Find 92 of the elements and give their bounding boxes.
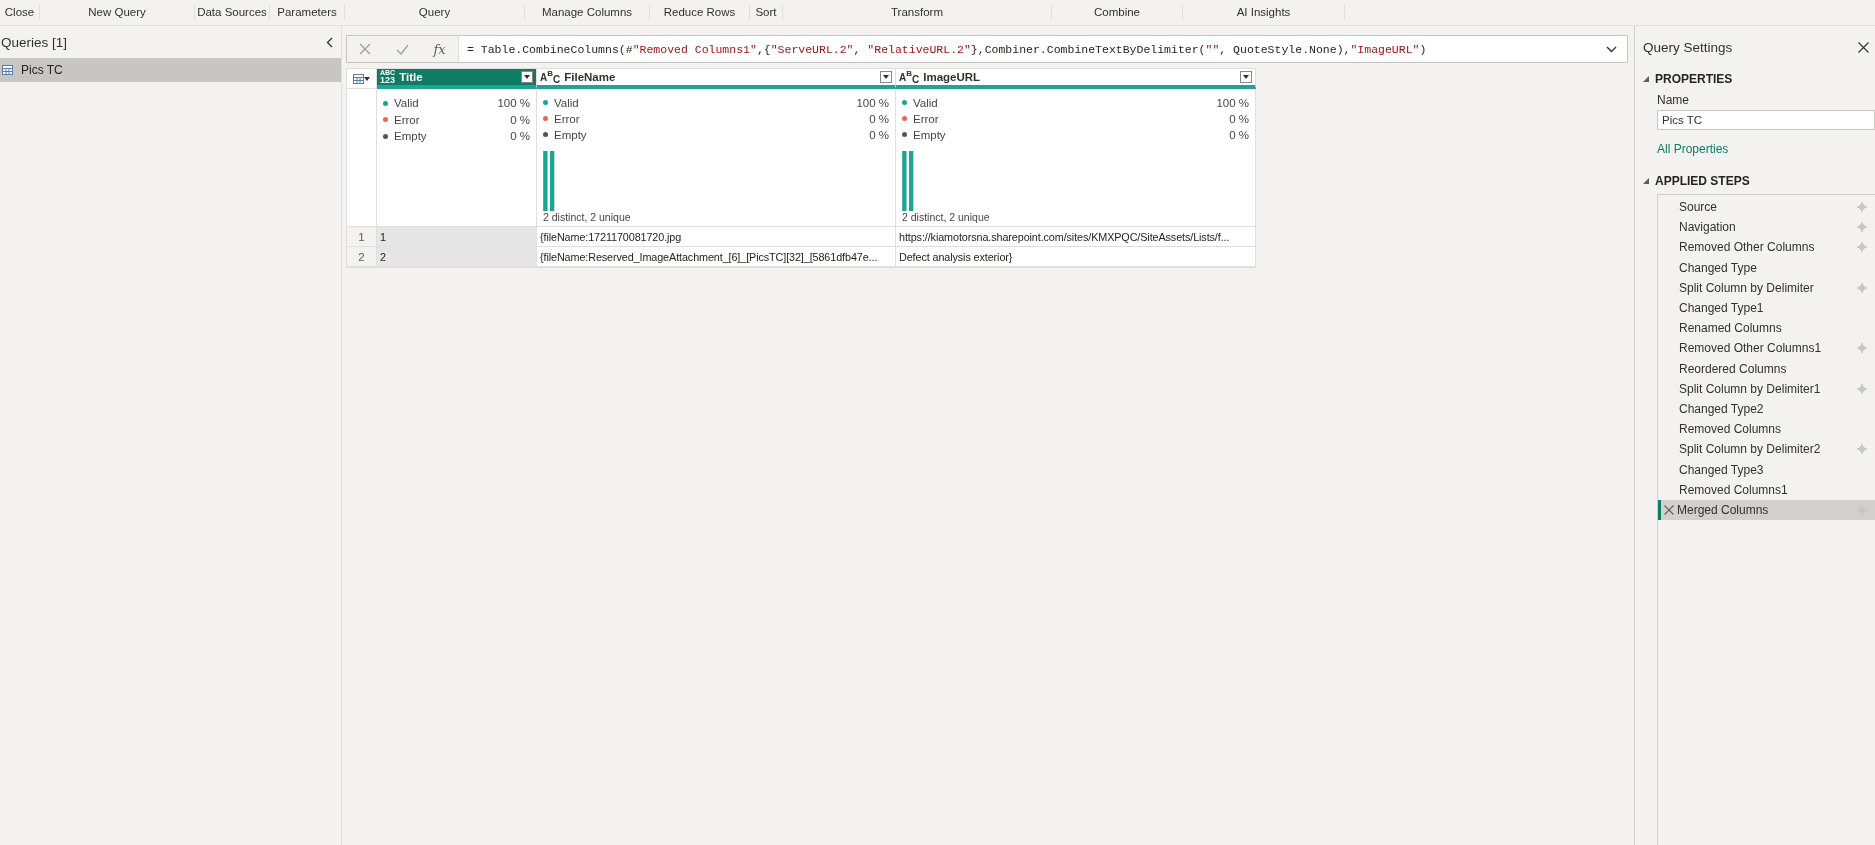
status-dot — [543, 132, 548, 138]
filter-dropdown[interactable] — [880, 71, 892, 83]
applied-step[interactable]: Changed Type1 — [1658, 297, 1875, 319]
applied-step[interactable]: Renamed Columns — [1658, 318, 1875, 339]
caret-icon — [883, 75, 889, 79]
stat-label: Empty — [913, 128, 947, 141]
row-number: 2 — [347, 247, 377, 267]
cancel-icon[interactable] — [359, 43, 372, 55]
stat-label: Error — [913, 112, 940, 125]
status-dot — [383, 100, 388, 106]
distribution-summary: 2 distinct, 2 unique — [543, 211, 632, 223]
ribbon-group-label: New Query — [40, 5, 195, 20]
status-dot — [383, 133, 388, 139]
stat-percent: 0 % — [1229, 128, 1249, 141]
applied-step[interactable]: Removed Other Columns1 — [1658, 338, 1875, 359]
stat-label: Empty — [554, 128, 588, 141]
stat-label: Valid — [554, 97, 580, 109]
applied-step[interactable]: Split Column by Delimiter2 — [1658, 439, 1875, 460]
caret-icon — [1243, 75, 1249, 79]
close-icon[interactable] — [1858, 41, 1869, 53]
applied-step[interactable]: Source — [1658, 197, 1875, 218]
ribbon-group-label: Manage Columns — [525, 5, 650, 20]
applied-step[interactable]: Changed Type3 — [1658, 459, 1875, 480]
stat-percent: 0 % — [510, 130, 530, 143]
collapse-triangle-icon[interactable] — [1643, 178, 1649, 184]
applied-step[interactable]: Reordered Columns — [1658, 358, 1875, 379]
ribbon-group-label: Data Sources — [195, 5, 270, 20]
collapse-chevron-icon[interactable] — [326, 36, 333, 48]
applied-step[interactable]: Navigation — [1658, 217, 1875, 238]
stat-label: Error — [394, 113, 421, 126]
applied-step[interactable]: Split Column by Delimiter1 — [1658, 378, 1875, 399]
query-item[interactable]: Pics TC — [0, 58, 341, 82]
ribbon-group-label: Reduce Rows — [650, 5, 750, 20]
stat-percent: 0 % — [1229, 112, 1249, 125]
all-properties-link[interactable]: All Properties — [1657, 142, 1875, 156]
status-dot — [902, 116, 907, 122]
applied-step[interactable]: Removed Columns — [1658, 419, 1875, 440]
stat-percent: 100 % — [856, 97, 889, 109]
table-cell: {fileName:Reserved_ImageAttachment_[6]_[PicsTC][32]_[5861dfb47e... — [537, 247, 896, 267]
ribbon-group-label: Sort — [750, 5, 783, 20]
ribbon-group-label: Query — [345, 5, 525, 20]
field-label: Name — [1657, 93, 1690, 107]
ribbon-group-label: Transform — [783, 5, 1052, 20]
status-dot — [543, 100, 548, 106]
distribution-chart — [543, 150, 555, 211]
applied-step[interactable]: Removed Other Columns — [1658, 237, 1875, 258]
fx-icon[interactable]: fx — [433, 41, 446, 57]
table-cell: {fileName:1721170081720.jpg — [537, 227, 896, 247]
section-heading: PROPERTIES — [1655, 72, 1733, 86]
table-menu-button[interactable] — [347, 69, 377, 89]
stat-label: Empty — [394, 130, 428, 143]
table-cell: 2 — [377, 247, 537, 267]
applied-step[interactable]: Changed Type2 — [1658, 398, 1875, 420]
ribbon-group-label: AI Insights — [1183, 5, 1345, 20]
filter-dropdown[interactable] — [521, 71, 533, 83]
stat-label: Error — [554, 112, 581, 125]
expand-chevron-icon[interactable] — [1606, 45, 1617, 53]
ribbon-group-label: Close — [0, 5, 40, 20]
check-icon[interactable] — [395, 43, 409, 55]
stat-label: Valid — [913, 97, 939, 109]
caret-icon — [524, 75, 530, 79]
applied-step[interactable]: Merged Columns — [1658, 499, 1875, 520]
panel-title: Queries [1] — [1, 34, 68, 50]
status-dot — [902, 132, 907, 138]
status-dot — [383, 117, 388, 123]
collapse-triangle-icon[interactable] — [1643, 76, 1649, 82]
applied-step[interactable]: Removed Columns1 — [1658, 479, 1875, 500]
formula-text[interactable]: = Table.CombineColumns(#"Removed Columns1",{"ServeURL.2", "RelativeURL.2"},Combiner.CombineTextByDelimiter("", QuoteStyle.None),"ImageURL") — [459, 42, 1606, 56]
status-dot — [543, 116, 548, 122]
applied-step[interactable]: Split Column by Delimiter — [1658, 277, 1875, 298]
delete-step-icon[interactable] — [1664, 504, 1674, 515]
name-input[interactable]: Pics TC — [1657, 110, 1875, 130]
stat-percent: 0 % — [869, 112, 889, 125]
applied-step[interactable]: Changed Type — [1658, 257, 1875, 278]
stat-percent: 100 % — [1216, 97, 1249, 109]
stat-percent: 0 % — [869, 128, 889, 141]
ribbon-group-label: Combine — [1052, 5, 1183, 20]
ribbon-group-label: Parameters — [270, 5, 345, 20]
stat-percent: 0 % — [510, 113, 530, 126]
row-number: 1 — [347, 227, 377, 247]
filter-dropdown[interactable] — [1240, 71, 1252, 83]
distribution-chart — [902, 150, 914, 211]
stat-label: Valid — [394, 97, 420, 110]
stat-percent: 100 % — [497, 97, 530, 110]
table-icon — [2, 65, 13, 75]
distribution-summary: 2 distinct, 2 unique — [902, 211, 991, 223]
status-dot — [902, 100, 907, 106]
section-heading: APPLIED STEPS — [1655, 174, 1750, 188]
table-cell: 1 — [377, 227, 537, 247]
caret-icon — [364, 76, 370, 81]
table-icon — [353, 73, 364, 84]
panel-title: Query Settings — [1643, 39, 1733, 55]
